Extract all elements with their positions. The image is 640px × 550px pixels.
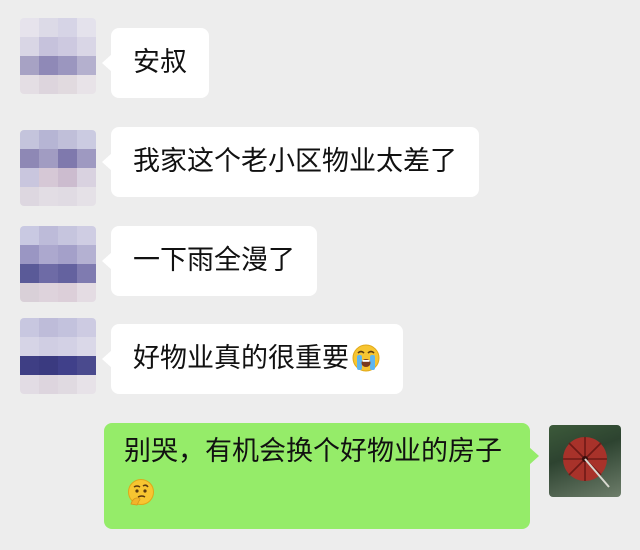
message-bubble[interactable]: 安叔 xyxy=(102,28,209,98)
loudly-crying-face-icon xyxy=(351,343,381,373)
message-row: 安叔 xyxy=(0,18,640,98)
contact-avatar[interactable] xyxy=(20,130,96,206)
message-bubble[interactable]: 一下雨全漫了 xyxy=(102,226,317,296)
contact-avatar[interactable] xyxy=(20,318,96,394)
message-row: 一下雨全漫了 xyxy=(0,226,640,306)
thinking-face-icon xyxy=(126,478,156,508)
message-text: 好物业真的很重要 xyxy=(133,343,349,374)
message-row: 我家这个老小区物业太差了 xyxy=(0,127,640,210)
contact-avatar[interactable] xyxy=(20,226,96,302)
self-avatar[interactable] xyxy=(549,425,621,497)
message-bubble[interactable]: 我家这个老小区物业太差了 xyxy=(102,127,479,197)
message-text: 安叔 xyxy=(133,47,187,78)
chat-conversation: 安叔 我家这个老小区物业太差了 一下雨全漫了 好物业真的很重要 别哭，有机会换个… xyxy=(0,0,640,550)
message-text: 别哭，有机会换个好物业的房子 xyxy=(124,436,502,467)
contact-avatar[interactable] xyxy=(20,18,96,94)
message-row: 别哭，有机会换个好物业的房子 xyxy=(0,423,640,533)
umbrella-icon xyxy=(563,437,610,488)
message-bubble[interactable]: 别哭，有机会换个好物业的房子 xyxy=(104,423,539,529)
message-row: 好物业真的很重要 xyxy=(0,318,640,398)
message-text: 我家这个老小区物业太差了 xyxy=(133,146,457,177)
message-bubble[interactable]: 好物业真的很重要 xyxy=(102,324,403,394)
message-text: 一下雨全漫了 xyxy=(133,245,295,276)
